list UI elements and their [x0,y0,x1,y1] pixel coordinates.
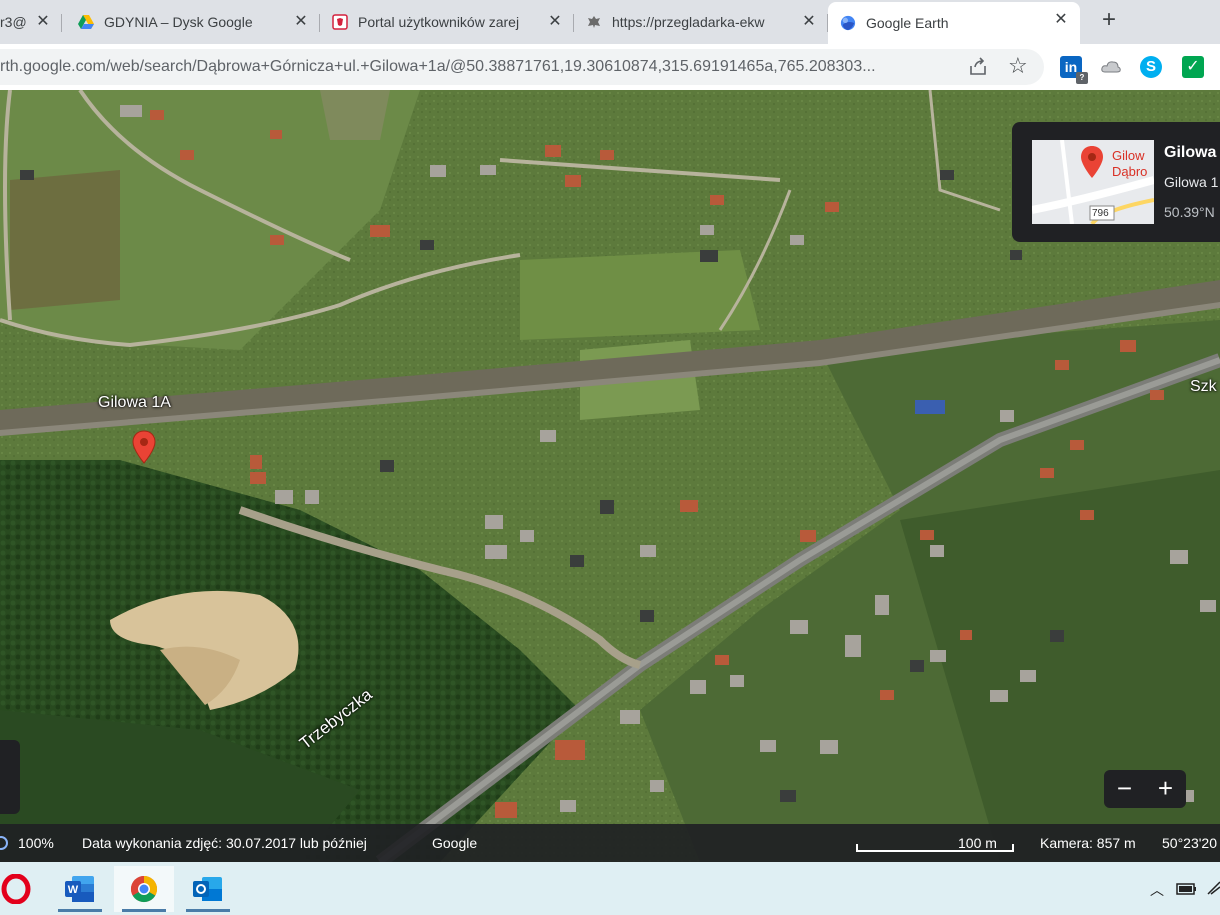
tab-title: Google Earth [866,15,949,31]
google-drive-icon [78,14,94,30]
url-text[interactable]: rth.google.com/web/search/Dąbrowa+Górnic… [0,58,960,76]
tab-title: https://przegladarka-ekw [612,14,765,30]
map-thumbnail[interactable]: Gilow Dąbro 796 [1032,140,1154,224]
google-earth-icon [840,15,856,31]
check-extension-icon[interactable]: ✓ [1182,56,1204,78]
place-title: Gilowa [1164,144,1217,161]
place-coordinates: 50.39°N [1164,204,1215,220]
road-number: 796 [1092,208,1109,219]
browser-toolbar: rth.google.com/web/search/Dąbrowa+Górnic… [0,44,1220,90]
thumb-label-2: Dąbro [1112,164,1148,179]
close-tab-icon[interactable]: ✕ [1052,11,1070,29]
skype-extension-icon[interactable]: S [1140,56,1162,78]
windows-taskbar: W ︿ [0,862,1220,915]
place-address: Gilowa 1 [1164,174,1219,190]
earth-status-bar: 100% Data wykonania zdjęć: 30.07.2017 lu… [0,824,1220,862]
place-info-card[interactable]: Gilow Dąbro 796 Gilowa Gilowa 1 50.39°N [1012,122,1220,242]
url-path: /web/search/Dąbrowa+Górnicza+ul.+Gilowa+… [105,58,876,75]
wifi-icon[interactable] [1206,878,1220,896]
load-progress-icon [0,836,8,850]
capture-date: Data wykonania zdjęć: 30.07.2017 lub póź… [82,835,367,851]
svg-text:W: W [68,884,79,896]
camera-altitude: Kamera: 857 m [1040,835,1136,851]
close-tab-icon[interactable]: ✕ [292,13,310,31]
close-tab-icon[interactable]: ✕ [34,13,52,31]
opera-taskbar-icon[interactable] [0,866,46,912]
tab-title: GDYNIA – Dysk Google [104,14,253,30]
tab-mail[interactable]: r3@ ✕ [0,4,62,40]
new-tab-button[interactable]: + [1096,8,1122,34]
tab-strip: r3@ ✕ GDYNIA – Dysk Google ✕ Portal użyt… [0,0,1220,44]
tab-dysk-google[interactable]: GDYNIA – Dysk Google ✕ [66,4,320,40]
pin-label[interactable]: Gilowa 1A [98,394,171,412]
satellite-map[interactable]: Gilowa 1A Trzebyczka Szk Gilow Dąbro 796… [0,90,1220,862]
thumb-label-1: Gilow [1112,148,1145,163]
status-coordinates: 50°23'20 [1162,835,1217,851]
eagle-emblem-icon [586,14,602,30]
linkedin-badge: ? [1076,72,1088,84]
tab-title: r3@ [0,14,27,30]
scale-label[interactable]: 100 m [958,835,997,851]
zoom-percent: 100% [18,835,54,851]
cloud-extension-icon[interactable] [1100,56,1122,78]
zoom-out-button[interactable]: − [1104,770,1145,808]
tab-portal[interactable]: Portal użytkowników zarej ✕ [320,4,574,40]
close-tab-icon[interactable]: ✕ [800,13,818,31]
close-tab-icon[interactable]: ✕ [546,13,564,31]
location-pin-icon[interactable] [132,430,156,464]
outlook-taskbar-icon[interactable] [178,866,238,912]
tab-przegladarka[interactable]: https://przegladarka-ekw ✕ [574,4,828,40]
zoom-controls: − + [1104,770,1186,808]
share-icon[interactable] [968,57,988,77]
show-hidden-icons-icon[interactable]: ︿ [1150,880,1164,900]
url-host: rth.google.com [0,58,106,75]
chrome-taskbar-icon[interactable] [114,866,174,912]
tab-google-earth[interactable]: Google Earth ✕ [828,2,1080,44]
address-bar[interactable]: rth.google.com/web/search/Dąbrowa+Górnic… [0,49,1044,85]
bookmark-star-icon[interactable]: ☆ [1008,55,1030,77]
attribution[interactable]: Google [432,835,477,851]
word-taskbar-icon[interactable]: W [50,866,110,912]
zoom-in-button[interactable]: + [1145,770,1186,808]
partial-place-label: Szk [1190,378,1217,395]
linkedin-extension-icon[interactable]: in? [1060,56,1088,84]
side-panel-toggle[interactable] [0,740,20,814]
tab-title: Portal użytkowników zarej [358,14,520,30]
poland-emblem-icon [332,14,348,30]
battery-icon[interactable] [1176,880,1198,896]
